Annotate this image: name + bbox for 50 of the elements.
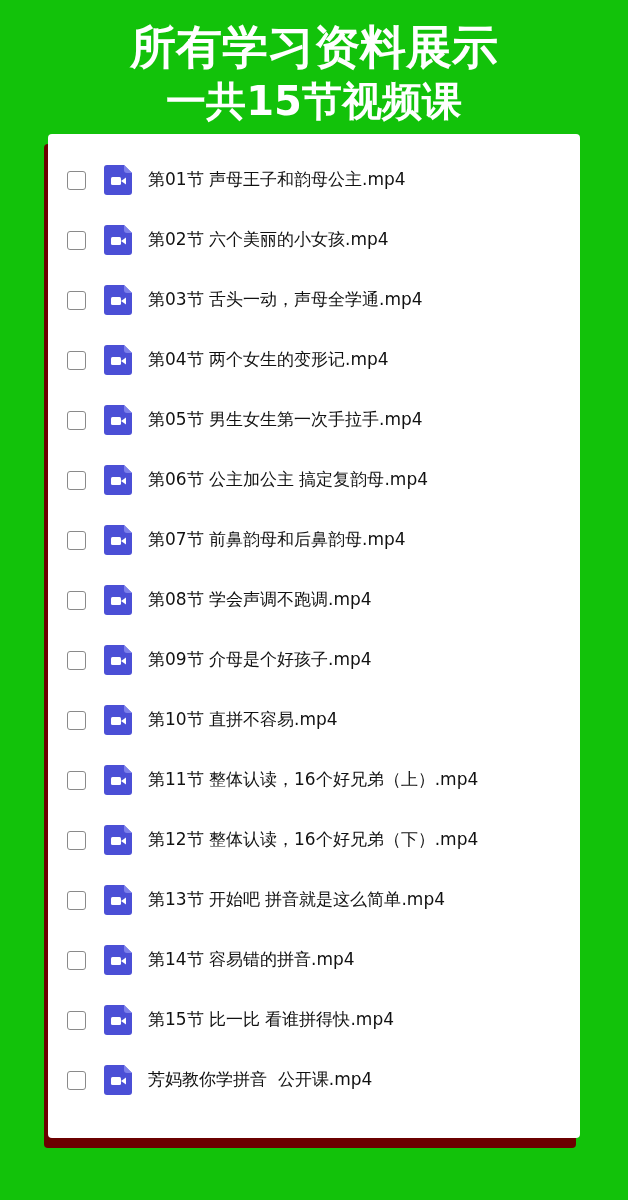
checkbox[interactable] xyxy=(67,230,86,250)
file-name[interactable]: 第13节 开始吧 拼音就是这么简单.mp4 xyxy=(148,887,445,913)
checkbox[interactable] xyxy=(67,650,86,670)
video-file-icon xyxy=(104,465,132,495)
file-name[interactable]: 第03节 舌头一动，声母全学通.mp4 xyxy=(148,287,423,313)
video-file-icon xyxy=(104,885,132,915)
video-file-icon xyxy=(104,345,132,375)
video-file-icon xyxy=(104,765,132,795)
video-file-icon xyxy=(104,405,132,435)
video-file-icon xyxy=(104,1005,132,1035)
checkbox[interactable] xyxy=(67,170,86,190)
checkbox[interactable] xyxy=(67,590,86,610)
file-name[interactable]: 第01节 声母王子和韵母公主.mp4 xyxy=(148,167,406,193)
banner-subtitle: 一共15节视频课 xyxy=(166,77,462,126)
checkbox[interactable] xyxy=(67,710,86,730)
file-name[interactable]: 第05节 男生女生第一次手拉手.mp4 xyxy=(148,407,423,433)
checkbox[interactable] xyxy=(67,1010,86,1030)
file-name[interactable]: 芳妈教你学拼音 公开课.mp4 xyxy=(148,1067,373,1093)
video-file-icon xyxy=(104,825,132,855)
file-name[interactable]: 第11节 整体认读，16个好兄弟（上）.mp4 xyxy=(148,767,479,793)
video-file-icon xyxy=(104,285,132,315)
checkbox[interactable] xyxy=(67,350,86,370)
file-name[interactable]: 第10节 直拼不容易.mp4 xyxy=(148,707,338,733)
checkbox[interactable] xyxy=(67,830,86,850)
file-name[interactable]: 第15节 比一比 看谁拼得快.mp4 xyxy=(148,1007,394,1033)
video-file-icon xyxy=(104,165,132,195)
video-file-icon xyxy=(104,1065,132,1095)
file-name[interactable]: 第02节 六个美丽的小女孩.mp4 xyxy=(148,227,389,253)
checkbox[interactable] xyxy=(67,530,86,550)
checkbox[interactable] xyxy=(67,950,86,970)
file-name[interactable]: 第08节 学会声调不跑调.mp4 xyxy=(148,587,372,613)
video-file-icon xyxy=(104,645,132,675)
video-file-icon xyxy=(104,225,132,255)
file-name[interactable]: 第14节 容易错的拼音.mp4 xyxy=(148,947,355,973)
checkbox[interactable] xyxy=(67,290,86,310)
video-file-icon xyxy=(104,945,132,975)
checkbox[interactable] xyxy=(67,770,86,790)
file-name[interactable]: 第06节 公主加公主 搞定复韵母.mp4 xyxy=(148,467,428,493)
video-file-icon xyxy=(104,525,132,555)
video-file-icon xyxy=(104,585,132,615)
file-name[interactable]: 第07节 前鼻韵母和后鼻韵母.mp4 xyxy=(148,527,406,553)
file-name[interactable]: 第12节 整体认读，16个好兄弟（下）.mp4 xyxy=(148,827,479,853)
file-name[interactable]: 第09节 介母是个好孩子.mp4 xyxy=(148,647,372,673)
checkbox[interactable] xyxy=(67,890,86,910)
checkbox[interactable] xyxy=(67,410,86,430)
banner-title: 所有学习资料展示 xyxy=(130,19,498,76)
checkbox[interactable] xyxy=(67,470,86,490)
checkbox[interactable] xyxy=(67,1070,86,1090)
video-file-icon xyxy=(104,705,132,735)
file-name[interactable]: 第04节 两个女生的变形记.mp4 xyxy=(148,347,389,373)
